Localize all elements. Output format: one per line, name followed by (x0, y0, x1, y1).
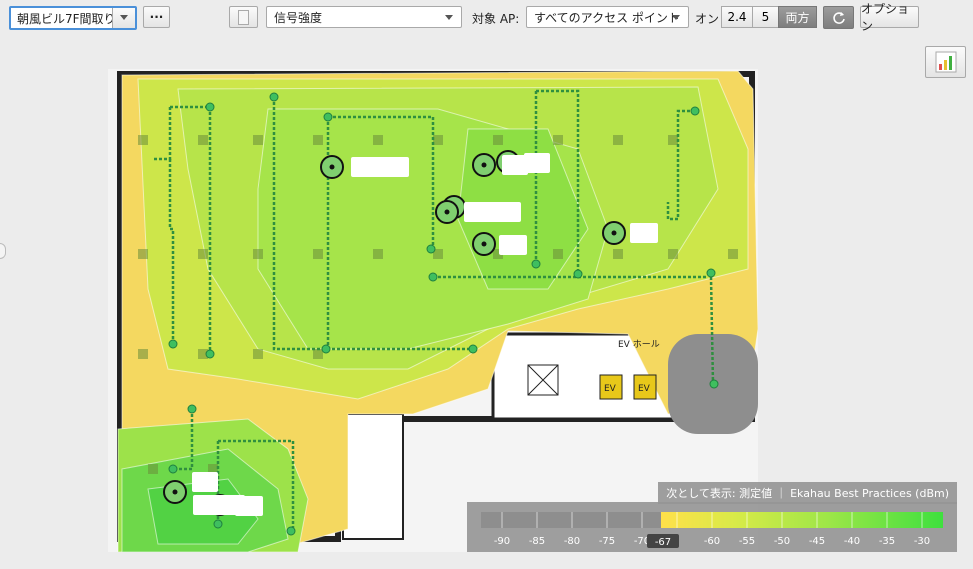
collapse-handle[interactable] (0, 243, 6, 259)
toolbar: 朝風ビル7F間取り ··· 信号強度 対象 AP: すべてのアクセス ポイント … (0, 0, 973, 38)
refresh-icon (832, 11, 845, 24)
page-button[interactable] (229, 6, 258, 28)
ap-label: 36@80 (471, 205, 514, 219)
ap-label: 10 (241, 499, 256, 513)
band-both-button[interactable]: 両方 (778, 6, 817, 28)
band-2-4-button[interactable]: 2.4 (721, 6, 753, 28)
legend-tick: -35 (879, 536, 895, 547)
floor-dropdown-button[interactable] (112, 8, 135, 28)
more-label: ··· (149, 10, 164, 24)
legend-scale: -90 -85 -80 -75 -70 -60 -55 -50 -45 -40 -35 -30 -67 (481, 512, 943, 548)
visualization-select[interactable]: 信号強度 (266, 6, 462, 28)
floor-select-value: 朝風ビル7F間取り (17, 11, 116, 26)
legend-tick: -75 (599, 536, 615, 547)
chevron-down-icon (445, 15, 453, 20)
ap-marker[interactable] (163, 480, 187, 504)
room-label: EV ホール (618, 339, 660, 350)
options-label: オプション (861, 2, 910, 33)
ap-marker[interactable] (435, 200, 459, 224)
bar-chart-icon (935, 51, 956, 73)
visualization-value: 信号強度 (274, 10, 323, 25)
target-ap-select[interactable]: すべてのアクセス ポイント (526, 6, 689, 28)
ap-label: 1 (201, 475, 209, 489)
band-label: オン (695, 12, 720, 26)
chevron-down-icon (672, 15, 680, 20)
refresh-button[interactable] (823, 6, 854, 29)
ap-marker[interactable] (472, 232, 496, 256)
ap-marker[interactable] (472, 153, 496, 177)
ap-marker[interactable] (602, 221, 626, 245)
more-button[interactable]: ··· (143, 6, 170, 28)
legend-tick: -60 (704, 536, 720, 547)
legend-tick: -90 (494, 536, 510, 547)
legend-tick: -80 (564, 536, 580, 547)
options-button[interactable]: オプション (860, 2, 919, 33)
legend-marker: -67 (655, 537, 671, 548)
room-label: EV (638, 384, 651, 394)
legend-tick: -50 (774, 536, 790, 547)
legend-tick: -40 (844, 536, 860, 547)
ap-label: 48@80 (198, 498, 241, 512)
floor-select[interactable]: 朝風ビル7F間取り (9, 6, 137, 30)
chevron-down-icon (120, 15, 128, 20)
room-label: EV (604, 384, 617, 394)
legend-tick: -45 (809, 536, 825, 547)
target-ap-label: 対象 AP: (472, 12, 520, 26)
legend-title[interactable]: 次として表示: 測定値 ｜ Ekahau Best Practices (dBm… (658, 482, 957, 504)
legend-tick: -85 (529, 536, 545, 547)
page-icon (238, 9, 249, 25)
ap-label: 8@40 (363, 160, 398, 174)
ap-label: 11 (529, 156, 544, 170)
target-ap-value: すべてのアクセス ポイント (534, 10, 680, 25)
ap-label: 4 (640, 226, 648, 240)
band-5-button[interactable]: 5 (752, 6, 779, 28)
ap-label: 1 (511, 158, 519, 172)
floor-plan-heatmap[interactable]: 8@40 1 11 36@80 3 4 1 48@80 10 EV ホール EV… (108, 69, 758, 552)
legend-body: -90 -85 -80 -75 -70 -60 -55 -50 -45 -40 -35 -30 -67 (467, 502, 957, 552)
signal-legend: 次として表示: 測定値 ｜ Ekahau Best Practices (dBm… (467, 482, 957, 552)
ap-label: 3 (509, 238, 517, 252)
ap-marker[interactable] (320, 155, 344, 179)
legend-tick: -30 (914, 536, 930, 547)
statistics-button[interactable] (925, 46, 966, 78)
legend-tick: -55 (739, 536, 755, 547)
